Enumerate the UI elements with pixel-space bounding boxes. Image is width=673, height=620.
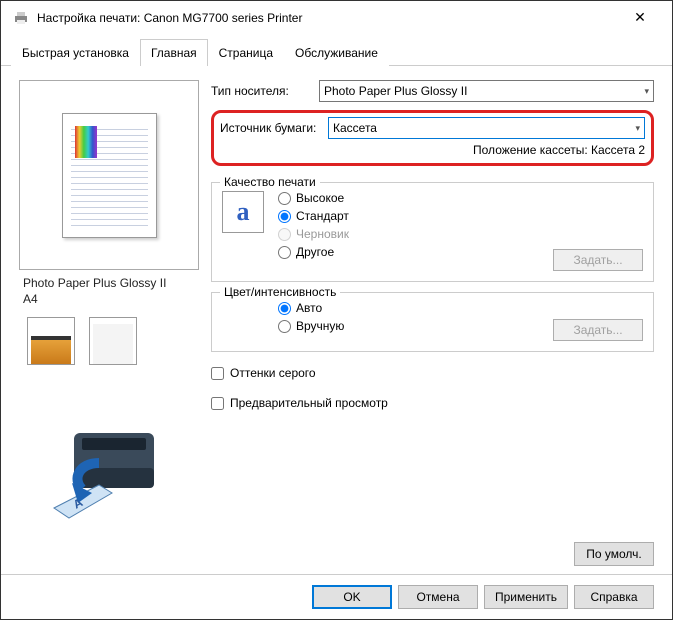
printer-icon xyxy=(13,10,29,26)
close-button[interactable]: ✕ xyxy=(620,9,660,26)
color-manual[interactable]: Вручную xyxy=(278,319,539,333)
tab-content: Photo Paper Plus Glossy II A4 A Ти xyxy=(1,66,672,574)
quality-draft[interactable]: Черновик xyxy=(278,227,539,241)
cancel-button[interactable]: Отмена xyxy=(398,585,478,609)
quality-legend: Качество печати xyxy=(220,175,320,189)
print-settings-window: Настройка печати: Canon MG7700 series Pr… xyxy=(0,0,673,620)
apply-button[interactable]: Применить xyxy=(484,585,568,609)
grayscale-checkbox[interactable]: Оттенки серого xyxy=(211,364,654,382)
defaults-button[interactable]: По умолч. xyxy=(574,542,654,566)
chevron-down-icon: ▾ xyxy=(635,123,640,134)
color-auto[interactable]: Авто xyxy=(278,301,539,315)
media-type-row: Тип носителя: Photo Paper Plus Glossy II… xyxy=(211,80,654,102)
media-type-label: Тип носителя: xyxy=(211,84,311,98)
paper-source-label: Источник бумаги: xyxy=(220,121,320,135)
tab-maintenance[interactable]: Обслуживание xyxy=(284,39,389,66)
tab-quick-setup[interactable]: Быстрая установка xyxy=(11,39,140,66)
quality-other[interactable]: Другое xyxy=(278,245,539,259)
preview-column: Photo Paper Plus Glossy II A4 A xyxy=(19,80,199,566)
media-thumbnails xyxy=(19,313,199,369)
tab-page[interactable]: Страница xyxy=(208,39,284,66)
tab-main[interactable]: Главная xyxy=(140,39,208,66)
quality-icon: a xyxy=(222,191,264,233)
preview-checkbox[interactable]: Предварительный просмотр xyxy=(211,394,654,412)
color-set-button[interactable]: Задать... xyxy=(553,319,643,341)
page-preview xyxy=(19,80,199,270)
quality-high[interactable]: Высокое xyxy=(278,191,539,205)
paper-source-highlight: Источник бумаги: Кассета ▾ Положение кас… xyxy=(211,110,654,166)
paper-source-row: Источник бумаги: Кассета ▾ xyxy=(220,117,645,139)
chevron-down-icon: ▾ xyxy=(644,86,649,97)
media-plain-thumb[interactable] xyxy=(89,317,137,365)
help-button[interactable]: Справка xyxy=(574,585,654,609)
printer-illustration: A xyxy=(19,369,199,566)
media-type-select[interactable]: Photo Paper Plus Glossy II ▾ xyxy=(319,80,654,102)
window-title: Настройка печати: Canon MG7700 series Pr… xyxy=(37,11,620,25)
quality-standard[interactable]: Стандарт xyxy=(278,209,539,223)
paper-source-select[interactable]: Кассета ▾ xyxy=(328,117,645,139)
ok-button[interactable]: OK xyxy=(312,585,392,609)
paper-summary: Photo Paper Plus Glossy II A4 xyxy=(19,270,199,313)
color-fieldset: Цвет/интенсивность Авто Вручную Задать..… xyxy=(211,292,654,352)
media-type-value: Photo Paper Plus Glossy II xyxy=(324,84,467,98)
quality-set-button[interactable]: Задать... xyxy=(553,249,643,271)
settings-column: Тип носителя: Photo Paper Plus Glossy II… xyxy=(211,80,654,566)
quality-fieldset: Качество печати a Высокое Стандарт Черно… xyxy=(211,182,654,282)
titlebar: Настройка печати: Canon MG7700 series Pr… xyxy=(1,1,672,34)
tabbar: Быстрая установка Главная Страница Обслу… xyxy=(1,38,672,66)
paper-source-value: Кассета xyxy=(333,121,377,135)
media-color-thumb[interactable] xyxy=(27,317,75,365)
cassette-position: Положение кассеты: Кассета 2 xyxy=(220,139,645,157)
color-legend: Цвет/интенсивность xyxy=(220,285,340,299)
dialog-buttons: OK Отмена Применить Справка xyxy=(1,574,672,619)
